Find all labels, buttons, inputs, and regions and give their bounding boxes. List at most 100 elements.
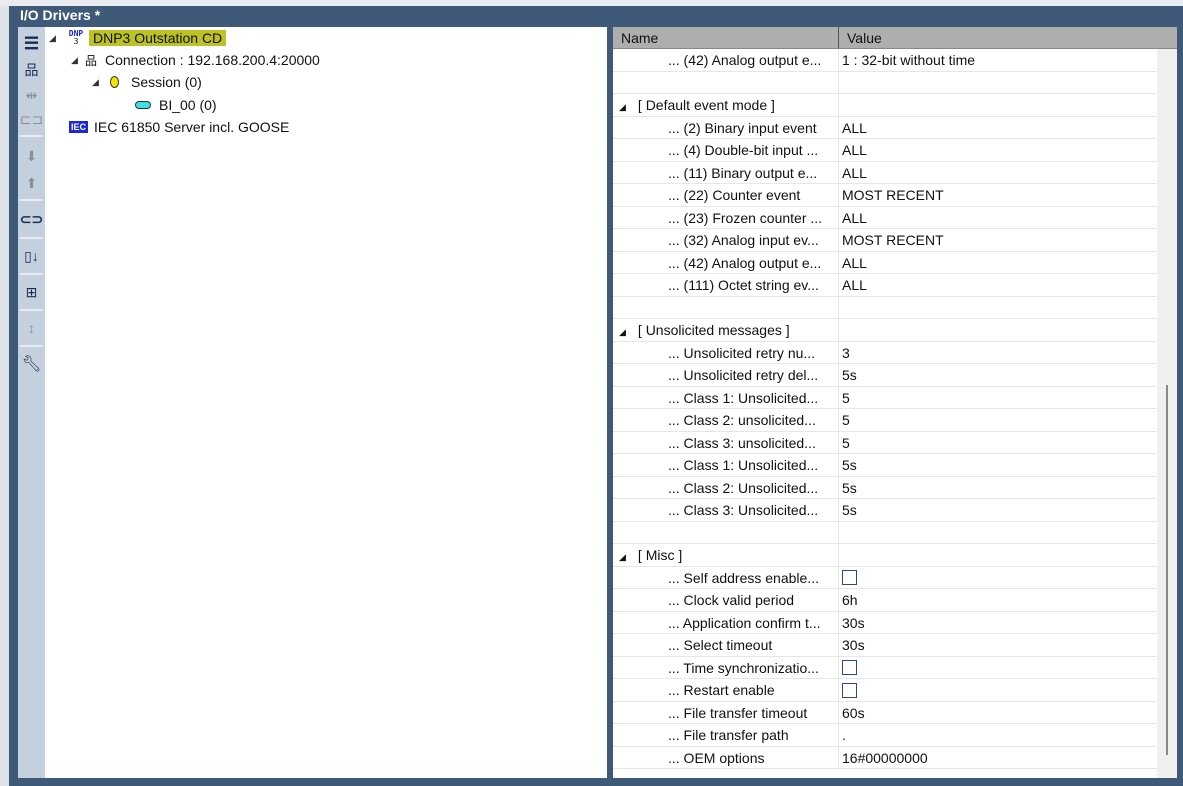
collapse-arrow-icon[interactable]: ◢: [619, 327, 626, 337]
expand-arrow-icon[interactable]: ◢: [49, 33, 63, 44]
property-value[interactable]: 1 : 32-bit without time: [839, 49, 975, 71]
tree-node-label: IEC 61850 Server incl. GOOSE: [94, 119, 290, 135]
column-header-name[interactable]: Name: [613, 27, 839, 48]
property-row[interactable]: ... Class 3: Unsolicited... 5s: [613, 499, 1157, 522]
property-value[interactable]: 30s: [839, 612, 865, 634]
iec-icon: IEC: [69, 121, 89, 133]
property-value[interactable]: ALL: [839, 139, 867, 161]
collapse-arrow-icon[interactable]: ◢: [619, 552, 626, 562]
property-row[interactable]: [613, 71, 1157, 94]
property-value[interactable]: 5: [839, 409, 850, 431]
wrench-icon[interactable]: 🔧︎: [18, 353, 45, 375]
move-up-icon[interactable]: ⬆: [18, 172, 45, 194]
property-row[interactable]: ... Class 1: Unsolicited... 5s: [613, 454, 1157, 477]
property-value[interactable]: 5s: [839, 454, 857, 476]
property-row[interactable]: ... (2) Binary input event ALL: [613, 116, 1157, 139]
category-label: [ Default event mode ]: [637, 97, 775, 113]
scrollbar-thumb[interactable]: [1166, 385, 1168, 755]
property-checkbox[interactable]: [842, 570, 857, 586]
expand-icon[interactable]: ⊞: [18, 281, 45, 303]
property-row[interactable]: ... (42) Analog output e... 1 : 32-bit wi…: [613, 49, 1157, 72]
property-row[interactable]: ... Class 3: unsolicited... 5: [613, 431, 1157, 454]
property-value[interactable]: ALL: [839, 274, 867, 296]
property-row[interactable]: [613, 521, 1157, 544]
property-value[interactable]: .: [839, 724, 846, 746]
component-icon[interactable]: ⊏⊐: [18, 108, 45, 130]
collapse-arrow-icon[interactable]: ◢: [619, 102, 626, 112]
property-checkbox[interactable]: [842, 660, 857, 676]
column-header-value[interactable]: Value: [839, 27, 882, 48]
property-checkbox[interactable]: [842, 682, 857, 698]
category-row[interactable]: ◢ [ Default event mode ]: [613, 94, 1157, 117]
tree-node-connection[interactable]: ◢ 品 Connection : 192.168.200.4:20000: [71, 49, 320, 71]
property-value[interactable]: [839, 522, 842, 544]
property-row[interactable]: ... File transfer timeout 60s: [613, 701, 1157, 724]
property-value[interactable]: MOST RECENT: [839, 229, 944, 251]
property-name: ... Class 3: Unsolicited...: [613, 499, 839, 521]
move-down-icon[interactable]: ⬇: [18, 145, 45, 167]
link-column-icon[interactable]: ⇹: [18, 84, 45, 106]
driver-tree: ◢ DNP 3 DNP3 Outstation CD ◢ 品 Connection…: [45, 27, 607, 778]
property-value[interactable]: ALL: [839, 252, 867, 274]
property-row[interactable]: ... Self address enable...: [613, 566, 1157, 589]
property-value[interactable]: 5: [839, 432, 850, 454]
property-value[interactable]: 30s: [839, 634, 865, 656]
vertical-move-icon[interactable]: ↕: [18, 317, 45, 339]
property-value[interactable]: ALL: [839, 207, 867, 229]
property-value[interactable]: 6h: [839, 589, 858, 611]
property-row[interactable]: ... Time synchronizatio...: [613, 656, 1157, 679]
property-value[interactable]: 5: [839, 387, 850, 409]
vertical-scrollbar[interactable]: [1157, 49, 1177, 778]
property-row[interactable]: ... OEM options 16#00000000: [613, 746, 1157, 769]
property-row[interactable]: ... Application confirm t... 30s: [613, 611, 1157, 634]
category-row[interactable]: ◢ [ Unsolicited messages ]: [613, 319, 1157, 342]
property-row[interactable]: ... Select timeout 30s: [613, 634, 1157, 657]
property-value[interactable]: [839, 72, 842, 94]
expand-arrow-icon[interactable]: ◢: [71, 55, 85, 66]
property-row[interactable]: ... (32) Analog input ev... MOST RECENT: [613, 229, 1157, 252]
property-value[interactable]: 5s: [839, 364, 857, 386]
property-value[interactable]: 3: [839, 342, 850, 364]
property-name: ... (2) Binary input event: [613, 116, 839, 138]
property-value[interactable]: ALL: [839, 117, 867, 139]
property-row[interactable]: ... Class 1: Unsolicited... 5: [613, 386, 1157, 409]
tree-node-iec61850[interactable]: IEC IEC 61850 Server incl. GOOSE: [69, 116, 289, 138]
property-row[interactable]: [613, 296, 1157, 319]
property-row[interactable]: ... Class 2: unsolicited... 5: [613, 409, 1157, 432]
property-row[interactable]: ... (4) Double-bit input ... ALL: [613, 139, 1157, 162]
property-row[interactable]: ... Clock valid period 6h: [613, 589, 1157, 612]
property-value[interactable]: MOST RECENT: [839, 184, 944, 206]
property-value[interactable]: 5s: [839, 477, 857, 499]
property-name: ... (23) Frozen counter ...: [613, 206, 839, 228]
property-row[interactable]: ... (42) Analog output e... ALL: [613, 251, 1157, 274]
property-row[interactable]: ... (11) Binary output e... ALL: [613, 161, 1157, 184]
column-down-icon[interactable]: ▯↓: [18, 245, 45, 267]
property-name: ... OEM options: [613, 746, 839, 768]
tree-node-label: Connection : 192.168.200.4:20000: [105, 52, 320, 68]
property-name: ... Application confirm t...: [613, 611, 839, 633]
tree-node-session[interactable]: ◢ Session (0): [92, 71, 202, 93]
property-row[interactable]: ... (22) Counter event MOST RECENT: [613, 184, 1157, 207]
collapse-tree-icon[interactable]: ☰: [18, 33, 45, 55]
property-row[interactable]: ... File transfer path.: [613, 724, 1157, 747]
property-row[interactable]: ... Unsolicited retry nu... 3: [613, 341, 1157, 364]
network-icon[interactable]: 品: [18, 59, 45, 81]
property-row[interactable]: ... (111) Octet string ev... ALL: [613, 274, 1157, 297]
property-value[interactable]: ALL: [839, 162, 867, 184]
property-value[interactable]: 60s: [839, 702, 865, 724]
property-name: ... Class 1: Unsolicited...: [613, 386, 839, 408]
property-row[interactable]: ... Class 2: Unsolicited... 5s: [613, 476, 1157, 499]
category-row[interactable]: ◢ [ Misc ]: [613, 544, 1157, 567]
tree-node-bi00[interactable]: BI_00 (0): [135, 94, 217, 116]
broken-link-icon[interactable]: ⊂⊃: [18, 208, 45, 230]
property-row[interactable]: ... Restart enable: [613, 679, 1157, 702]
property-value[interactable]: [839, 297, 842, 319]
tree-node-dnp3[interactable]: ◢ DNP 3 DNP3 Outstation CD: [49, 27, 227, 49]
property-row[interactable]: ... (23) Frozen counter ... ALL: [613, 206, 1157, 229]
expand-arrow-icon[interactable]: ◢: [92, 77, 106, 88]
property-value[interactable]: 5s: [839, 499, 857, 521]
property-row[interactable]: ... Unsolicited retry del... 5s: [613, 364, 1157, 387]
property-value[interactable]: 16#00000000: [839, 747, 928, 769]
property-rows: ... (42) Analog output e... 1 : 32-bit wi…: [613, 49, 1157, 769]
property-grid: Name Value ... (42) Analog output e... 1 …: [613, 27, 1177, 778]
